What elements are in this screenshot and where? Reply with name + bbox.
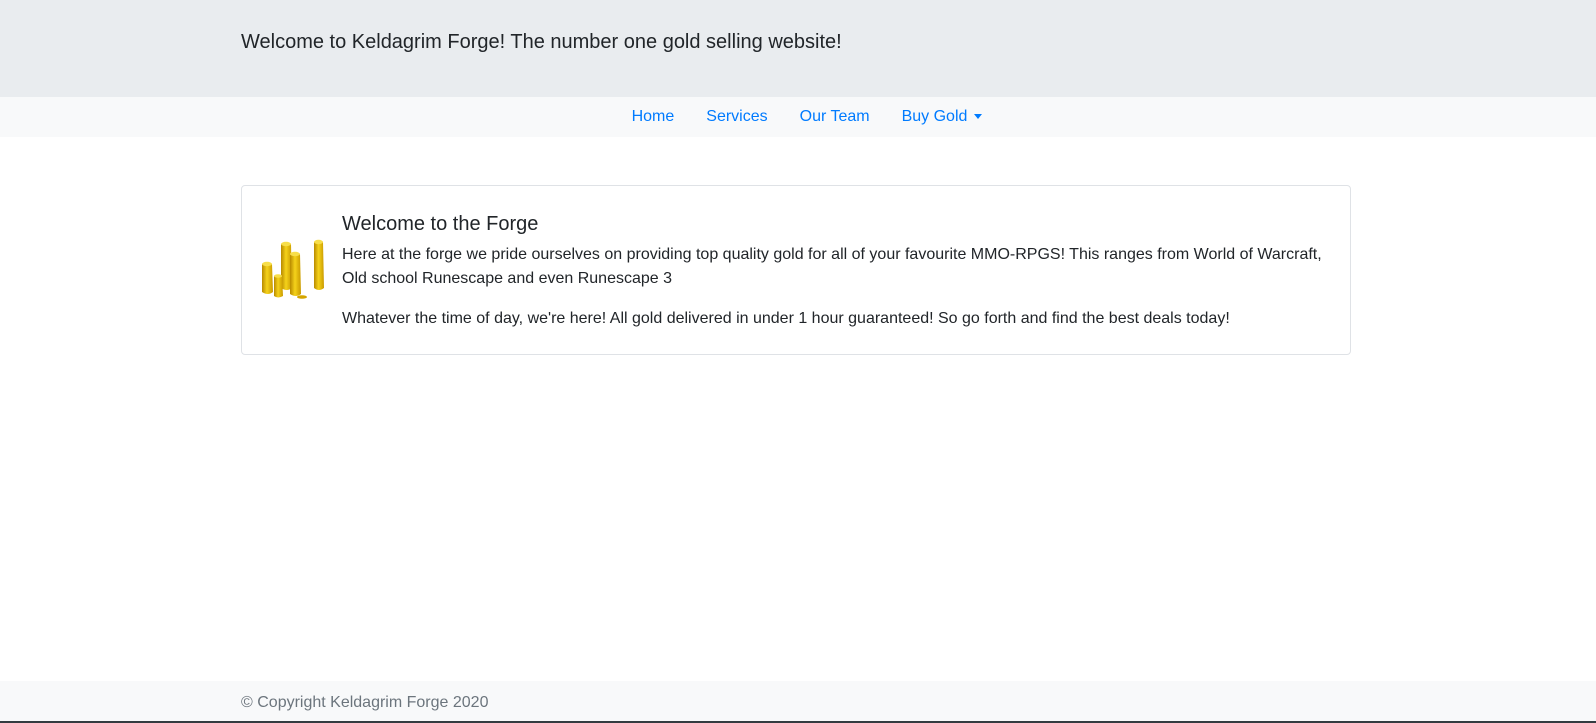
nav-buy-gold-dropdown[interactable]: Buy Gold [886,107,999,127]
card-paragraph-intro: Here at the forge we pride ourselves on … [342,246,1322,287]
header-banner: Welcome to Keldagrim Forge! The number o… [0,0,1596,97]
nav-our-team-link[interactable]: Our Team [784,107,886,127]
main-navbar: Home Services Our Team Buy Gold [0,97,1596,137]
welcome-card: Welcome to the Forge Here at the forge w… [241,185,1351,355]
card-body: Welcome to the Forge Here at the forge w… [342,211,1332,331]
nav-home-label: Home [631,108,675,125]
page-title: Welcome to Keldagrim Forge! The number o… [241,31,842,53]
nav-services-link[interactable]: Services [690,107,783,127]
nav-services-label: Services [706,108,768,125]
nav-home-link[interactable]: Home [616,107,691,127]
nav-buy-gold-label: Buy Gold [901,108,968,125]
card-paragraph-delivery: Whatever the time of day, we're here! Al… [342,310,1230,327]
nav-our-team-label: Our Team [799,108,870,125]
card-heading: Welcome to the Forge [342,213,539,235]
footer: © Copyright Keldagrim Forge 2020 [0,681,1596,723]
caret-down-icon [974,113,983,119]
gold-coins-icon [259,236,329,300]
copyright-text: © Copyright Keldagrim Forge 2020 [241,694,489,711]
